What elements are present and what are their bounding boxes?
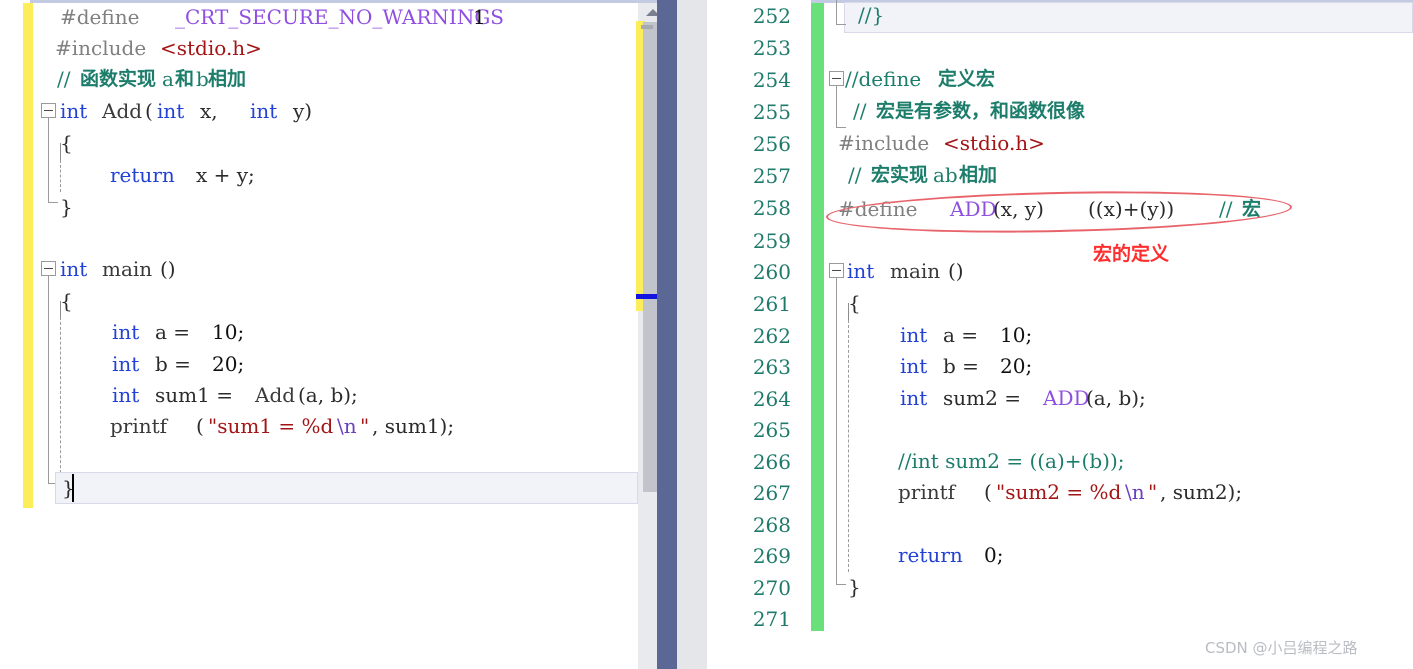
right-line-r252[interactable]: //} <box>0 0 1413 31</box>
right-line-r261[interactable]: { <box>0 288 1413 319</box>
right-line-r263-token-2: 20; <box>1000 354 1033 378</box>
right-line-r269[interactable]: return 0; <box>0 540 1413 571</box>
right-line-r267-token-2: "sum2 = %d <box>996 480 1122 504</box>
right-line-r260-token-1: main <box>890 259 941 283</box>
right-line-r254[interactable]: //define 定义宏 <box>0 64 1413 95</box>
right-line-r257-token-3: 相加 <box>959 164 998 186</box>
right-line-r264-token-3: (a, b); <box>1086 386 1146 410</box>
csdn-watermark: CSDN @小吕编程之路 <box>1205 639 1358 657</box>
right-line-r262-token-2: 10; <box>1000 323 1033 347</box>
right-line-r262[interactable]: int a = 10; <box>0 320 1413 351</box>
right-line-r252-token-0: //} <box>858 3 885 27</box>
right-line-r266[interactable]: //int sum2 = ((a)+(b)); <box>0 446 1413 477</box>
right-line-r260-token-2: () <box>948 259 964 283</box>
right-line-r267-token-4: " <box>1148 480 1158 504</box>
right-line-r266-token-0: //int sum2 = ((a)+(b)); <box>898 449 1125 473</box>
right-line-r263-token-1: b = <box>943 354 986 378</box>
right-line-r259[interactable] <box>0 225 1413 256</box>
right-line-r262-token-1: a = <box>943 323 985 347</box>
right-line-r254-token-0: //define <box>845 67 922 91</box>
right-line-r270[interactable]: } <box>0 572 1413 603</box>
right-line-r255-token-1: 宏是有参数，和函数很像 <box>876 100 1086 122</box>
right-line-r264[interactable]: int sum2 = ADD (a, b); <box>0 383 1413 414</box>
right-line-r256-token-1: <stdio.h> <box>943 131 1045 155</box>
right-line-r264-token-2: ADD <box>1043 386 1090 410</box>
right-line-r268[interactable] <box>0 509 1413 540</box>
right-line-r269-token-0: return <box>898 543 963 567</box>
right-line-r264-token-0: int <box>900 386 928 410</box>
right-line-r261-token-0: { <box>848 291 861 315</box>
right-line-r255-token-0: // <box>853 99 867 123</box>
right-line-r256-token-0: #include <box>838 131 930 155</box>
right-line-r270-token-0: } <box>848 575 861 599</box>
right-line-r263[interactable]: int b = 20; <box>0 351 1413 382</box>
right-line-r253[interactable] <box>0 32 1413 63</box>
right-line-r267-token-5: , sum2); <box>1160 480 1243 504</box>
right-line-r257-token-1: 宏实现 <box>871 164 929 186</box>
right-line-r269-token-1: 0; <box>984 543 1004 567</box>
right-line-r267-token-3: \n <box>1125 480 1145 504</box>
right-line-r256[interactable]: #include <stdio.h> <box>0 128 1413 159</box>
right-line-r271[interactable] <box>0 603 1413 634</box>
right-line-r260[interactable]: int main () <box>0 256 1413 287</box>
right-line-r255[interactable]: // 宏是有参数，和函数很像 <box>0 96 1413 127</box>
right-line-r260-token-0: int <box>847 259 875 283</box>
right-line-r263-token-0: int <box>900 354 928 378</box>
screenshot-root: #define _CRT_SECURE_NO_WARNINGS 1 #include… <box>0 0 1413 669</box>
right-line-r264-token-1: sum2 = <box>943 386 1028 410</box>
right-line-r262-token-0: int <box>900 323 928 347</box>
right-line-r267-token-1: ( <box>984 480 992 504</box>
right-line-r254-token-1: 定义宏 <box>938 68 996 90</box>
right-line-r257-token-2: ab <box>933 163 958 187</box>
right-line-r257-token-0: // <box>848 163 862 187</box>
annotation-label-macro-definition: 宏的定义 <box>1093 243 1170 265</box>
right-line-r265[interactable] <box>0 414 1413 445</box>
right-line-r267[interactable]: printf ("sum2 = %d \n ", sum2); <box>0 477 1413 508</box>
right-line-r267-token-0: printf <box>898 480 956 504</box>
right-line-r257[interactable]: // 宏实现 ab 相加 <box>0 160 1413 191</box>
